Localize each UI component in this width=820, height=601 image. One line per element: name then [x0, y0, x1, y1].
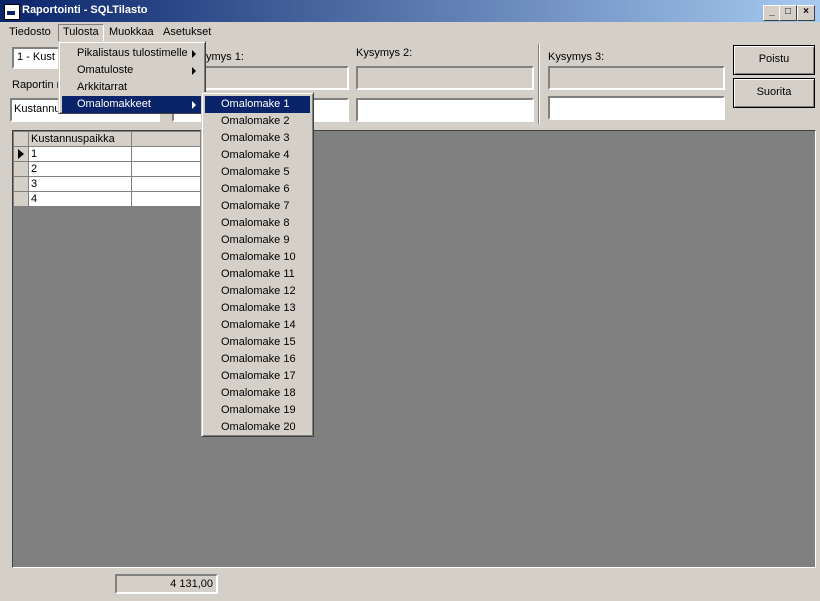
menu-item-label: Omatuloste: [77, 64, 134, 76]
column-header[interactable]: Kustannuspaikka: [28, 131, 132, 147]
question3-input[interactable]: [548, 96, 725, 120]
tulosta-menu: Pikalistaus tulostimelle Omatuloste Arkk…: [58, 41, 206, 114]
row-indicator-icon: [13, 146, 29, 162]
menu-item-omalomake[interactable]: Omalomake 18: [205, 385, 310, 402]
menu-item-label: Omalomakkeet: [77, 98, 151, 110]
menu-item-pikalistaus[interactable]: Pikalistaus tulostimelle: [62, 45, 202, 62]
report-select[interactable]: 1 - Kust: [12, 47, 62, 69]
menu-item-omalomake[interactable]: Omalomake 16: [205, 351, 310, 368]
question1-readonly: [204, 66, 349, 90]
menu-bar: Tiedosto Tulosta Muokkaa Asetukset: [0, 22, 820, 43]
menu-item-omalomake[interactable]: Omalomake 6: [205, 181, 310, 198]
grid-corner: [13, 131, 29, 147]
menu-item-omalomake[interactable]: Omalomake 1: [205, 96, 310, 113]
menu-item-omalomakkeet[interactable]: Omalomakkeet: [62, 96, 202, 113]
menu-item-omalomake[interactable]: Omalomake 9: [205, 232, 310, 249]
menu-tiedosto[interactable]: Tiedosto: [5, 24, 55, 41]
menu-item-label: Pikalistaus tulostimelle: [77, 47, 188, 59]
table-cell[interactable]: [131, 191, 201, 207]
exit-button[interactable]: Poistu: [733, 45, 815, 75]
menu-item-omalomake[interactable]: Omalomake 11: [205, 266, 310, 283]
table-cell[interactable]: 1: [28, 146, 132, 162]
table-row[interactable]: 2: [13, 161, 201, 177]
results-grid[interactable]: Kustannuspaikka 1 2 3 4: [12, 130, 816, 568]
question1-label: ymys 1:: [206, 51, 244, 63]
title-bar: Raportointi - SQLTilasto _ □ ×: [0, 0, 820, 22]
report-name-label: Raportin n: [12, 79, 63, 91]
menu-item-omalomake[interactable]: Omalomake 8: [205, 215, 310, 232]
menu-item-label: Arkkitarrat: [77, 81, 128, 93]
question3-label: Kysymys 3:: [548, 51, 605, 63]
table-cell[interactable]: [131, 146, 201, 162]
menu-item-omalomake[interactable]: Omalomake 14: [205, 317, 310, 334]
question2-readonly: [356, 66, 534, 90]
menu-item-omalomake[interactable]: Omalomake 20: [205, 419, 310, 436]
question3-readonly: [548, 66, 725, 90]
row-header: [13, 161, 29, 177]
row-header: [13, 176, 29, 192]
status-total: 4 131,00: [115, 574, 218, 594]
menu-item-omalomake[interactable]: Omalomake 4: [205, 147, 310, 164]
menu-item-omalomake[interactable]: Omalomake 19: [205, 402, 310, 419]
menu-item-omatuloste[interactable]: Omatuloste: [62, 62, 202, 79]
table-row[interactable]: 4: [13, 191, 201, 207]
menu-item-omalomake[interactable]: Omalomake 7: [205, 198, 310, 215]
menu-item-omalomake[interactable]: Omalomake 3: [205, 130, 310, 147]
menu-item-omalomake[interactable]: Omalomake 15: [205, 334, 310, 351]
table-cell[interactable]: 3: [28, 176, 132, 192]
menu-muokkaa[interactable]: Muokkaa: [105, 24, 158, 41]
menu-asetukset[interactable]: Asetukset: [159, 24, 215, 41]
menu-item-omalomake[interactable]: Omalomake 10: [205, 249, 310, 266]
window-title: Raportointi - SQLTilasto: [22, 4, 148, 16]
menu-item-arkkitarrat[interactable]: Arkkitarrat: [62, 79, 202, 96]
menu-item-omalomake[interactable]: Omalomake 17: [205, 368, 310, 385]
app-icon[interactable]: [4, 4, 20, 20]
menu-item-omalomake[interactable]: Omalomake 12: [205, 283, 310, 300]
row-header: [13, 191, 29, 207]
menu-item-omalomake[interactable]: Omalomake 2: [205, 113, 310, 130]
submenu-arrow-icon: [192, 50, 196, 58]
table-cell[interactable]: [131, 176, 201, 192]
table-row[interactable]: 1: [13, 146, 201, 162]
close-button[interactable]: ×: [797, 5, 815, 21]
submenu-arrow-icon: [192, 67, 196, 75]
menu-item-omalomake[interactable]: Omalomake 13: [205, 300, 310, 317]
menu-item-omalomake[interactable]: Omalomake 5: [205, 164, 310, 181]
table-cell[interactable]: 2: [28, 161, 132, 177]
submenu-arrow-icon: [192, 101, 196, 109]
separator: [538, 44, 540, 124]
question2-input[interactable]: [356, 98, 534, 122]
grid-table: Kustannuspaikka 1 2 3 4: [13, 131, 201, 207]
column-header-empty[interactable]: [131, 131, 201, 147]
question2-label: Kysymys 2:: [356, 47, 413, 59]
run-button[interactable]: Suorita: [733, 78, 815, 108]
maximize-button[interactable]: □: [779, 5, 797, 21]
omalomakkeet-menu: Omalomake 1 Omalomake 2 Omalomake 3 Omal…: [201, 92, 314, 437]
table-row[interactable]: 3: [13, 176, 201, 192]
table-cell[interactable]: 4: [28, 191, 132, 207]
table-cell[interactable]: [131, 161, 201, 177]
